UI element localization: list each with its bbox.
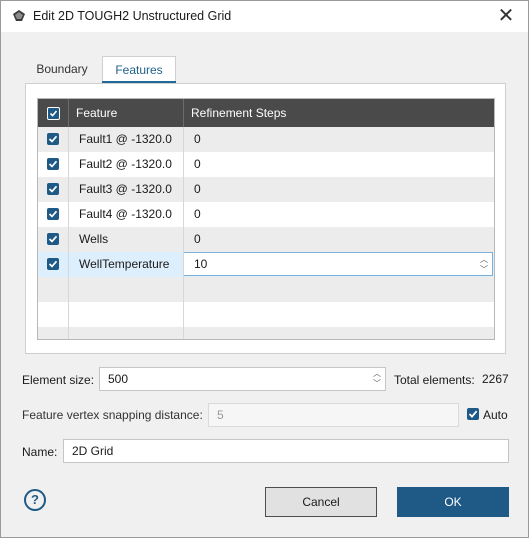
refinement-steps[interactable]: 0 bbox=[194, 202, 201, 227]
row-checkbox[interactable] bbox=[47, 258, 59, 270]
feature-name: WellTemperature bbox=[79, 257, 170, 271]
feature-name: Fault2 @ -1320.0 bbox=[79, 157, 172, 171]
close-icon[interactable]: ✕ bbox=[494, 4, 518, 28]
select-all-checkbox[interactable] bbox=[47, 107, 60, 120]
dialog-window: Edit 2D TOUGH2 Unstructured Grid ✕ Bound… bbox=[0, 0, 529, 538]
feature-name: Wells bbox=[79, 232, 109, 246]
snapping-distance-input[interactable]: 5 bbox=[208, 403, 459, 427]
spin-up-icon[interactable]: ︿ bbox=[480, 256, 488, 264]
refinement-steps-value: 10 bbox=[194, 257, 208, 271]
table-row-selected[interactable]: WellTemperature 10 ︿ ﹀ bbox=[38, 252, 494, 277]
check-icon bbox=[48, 135, 58, 143]
column-header-feature[interactable]: Feature bbox=[76, 99, 117, 127]
spin-down-icon[interactable]: ﹀ bbox=[372, 379, 382, 389]
element-size-value: 500 bbox=[108, 372, 129, 386]
help-icon[interactable]: ? bbox=[24, 489, 46, 511]
tab-features-label: Features bbox=[115, 63, 163, 77]
header-divider bbox=[68, 99, 69, 127]
check-icon bbox=[49, 110, 58, 117]
element-size-label-text: Element size: bbox=[22, 373, 95, 387]
column-divider bbox=[183, 127, 184, 339]
auto-label[interactable]: Auto bbox=[483, 408, 508, 422]
table-row[interactable]: Fault1 @ -1320.0 0 bbox=[38, 127, 494, 152]
spin-down-icon[interactable]: ﹀ bbox=[480, 266, 488, 274]
table-row[interactable]: Fault4 @ -1320.0 0 bbox=[38, 202, 494, 227]
element-size-label: Element size: bbox=[22, 373, 94, 387]
check-icon bbox=[48, 235, 58, 243]
refinement-steps[interactable]: 0 bbox=[194, 177, 201, 202]
feature-name: Fault4 @ -1320.0 bbox=[79, 207, 172, 221]
check-icon bbox=[468, 410, 478, 418]
check-icon bbox=[48, 210, 58, 218]
row-checkbox[interactable] bbox=[47, 158, 59, 170]
element-size-input[interactable]: 500 ︿ ﹀ bbox=[99, 367, 386, 391]
features-table: Feature Refinement Steps Fault1 @ -1320.… bbox=[37, 98, 495, 340]
refinement-steps[interactable]: 0 bbox=[194, 227, 201, 252]
cancel-button[interactable]: Cancel bbox=[265, 487, 377, 517]
spin-up-icon[interactable]: ︿ bbox=[372, 369, 382, 379]
ok-button[interactable]: OK bbox=[397, 487, 509, 517]
dialog-content: Boundary Features Feature Refinement Ste… bbox=[1, 32, 528, 537]
name-label: Name: bbox=[22, 445, 58, 459]
table-row[interactable]: Fault2 @ -1320.0 0 bbox=[38, 152, 494, 177]
total-elements-value: 2267 bbox=[482, 372, 509, 386]
snapping-distance-value: 5 bbox=[217, 408, 224, 422]
check-icon bbox=[48, 160, 58, 168]
app-icon bbox=[13, 10, 25, 21]
total-elements-label: Total elements: bbox=[394, 373, 475, 387]
table-row[interactable]: Wells 0 bbox=[38, 227, 494, 252]
refinement-steps-editor[interactable]: 10 ︿ ﹀ bbox=[183, 252, 493, 276]
title-bar: Edit 2D TOUGH2 Unstructured Grid ✕ bbox=[1, 1, 528, 32]
row-checkbox[interactable] bbox=[47, 233, 59, 245]
header-divider bbox=[183, 99, 184, 127]
features-panel: Feature Refinement Steps Fault1 @ -1320.… bbox=[25, 83, 506, 354]
window-title: Edit 2D TOUGH2 Unstructured Grid bbox=[33, 9, 232, 23]
table-header: Feature Refinement Steps bbox=[38, 99, 494, 127]
column-header-refinement-steps[interactable]: Refinement Steps bbox=[191, 99, 286, 127]
refinement-steps[interactable]: 0 bbox=[194, 152, 201, 177]
refinement-steps[interactable]: 0 bbox=[194, 127, 201, 152]
element-size-spinner[interactable]: ︿ ﹀ bbox=[372, 369, 382, 389]
feature-name: Fault3 @ -1320.0 bbox=[79, 182, 172, 196]
tab-boundary-label: Boundary bbox=[36, 62, 88, 76]
empty-row bbox=[38, 277, 494, 302]
name-value: 2D Grid bbox=[72, 444, 114, 458]
tab-features[interactable]: Features bbox=[102, 56, 176, 83]
feature-name: Fault1 @ -1320.0 bbox=[79, 132, 172, 146]
row-checkbox[interactable] bbox=[47, 133, 59, 145]
empty-row bbox=[38, 302, 494, 327]
check-icon bbox=[48, 185, 58, 193]
tab-boundary[interactable]: Boundary bbox=[25, 56, 99, 83]
empty-row bbox=[38, 327, 494, 339]
row-checkbox[interactable] bbox=[47, 183, 59, 195]
auto-checkbox[interactable] bbox=[467, 408, 479, 420]
snapping-distance-label: Feature vertex snapping distance: bbox=[22, 408, 203, 422]
column-divider bbox=[68, 127, 69, 339]
check-icon bbox=[48, 260, 58, 268]
table-row[interactable]: Fault3 @ -1320.0 0 bbox=[38, 177, 494, 202]
name-input[interactable]: 2D Grid bbox=[63, 439, 509, 463]
row-checkbox[interactable] bbox=[47, 208, 59, 220]
